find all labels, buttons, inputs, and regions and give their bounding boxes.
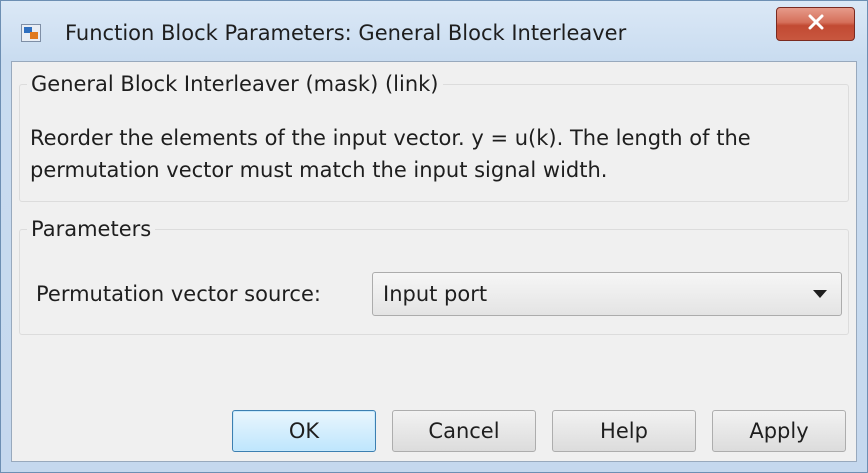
apply-button[interactable]: Apply [712,410,846,452]
block-description: Reorder the elements of the input vector… [30,126,751,182]
help-button[interactable]: Help [552,410,696,452]
simulink-block-icon [21,24,41,42]
cancel-button[interactable]: Cancel [392,410,536,452]
title-bar[interactable]: Function Block Parameters: General Block… [1,1,867,61]
parameters-heading: Parameters [31,217,152,241]
window-title: Function Block Parameters: General Block… [65,21,627,45]
dialog-body: General Block Interleaver (mask) (link) … [11,61,857,462]
ok-button[interactable]: OK [232,410,376,452]
block-heading: General Block Interleaver (mask) (link) [31,72,439,96]
close-button[interactable] [776,7,855,41]
close-icon [807,14,825,34]
permutation-source-value: Input port [383,282,488,306]
chevron-down-icon [813,290,827,298]
permutation-source-label: Permutation vector source: [36,282,321,306]
permutation-source-select[interactable]: Input port [372,272,842,316]
dialog-window: Function Block Parameters: General Block… [0,0,868,473]
